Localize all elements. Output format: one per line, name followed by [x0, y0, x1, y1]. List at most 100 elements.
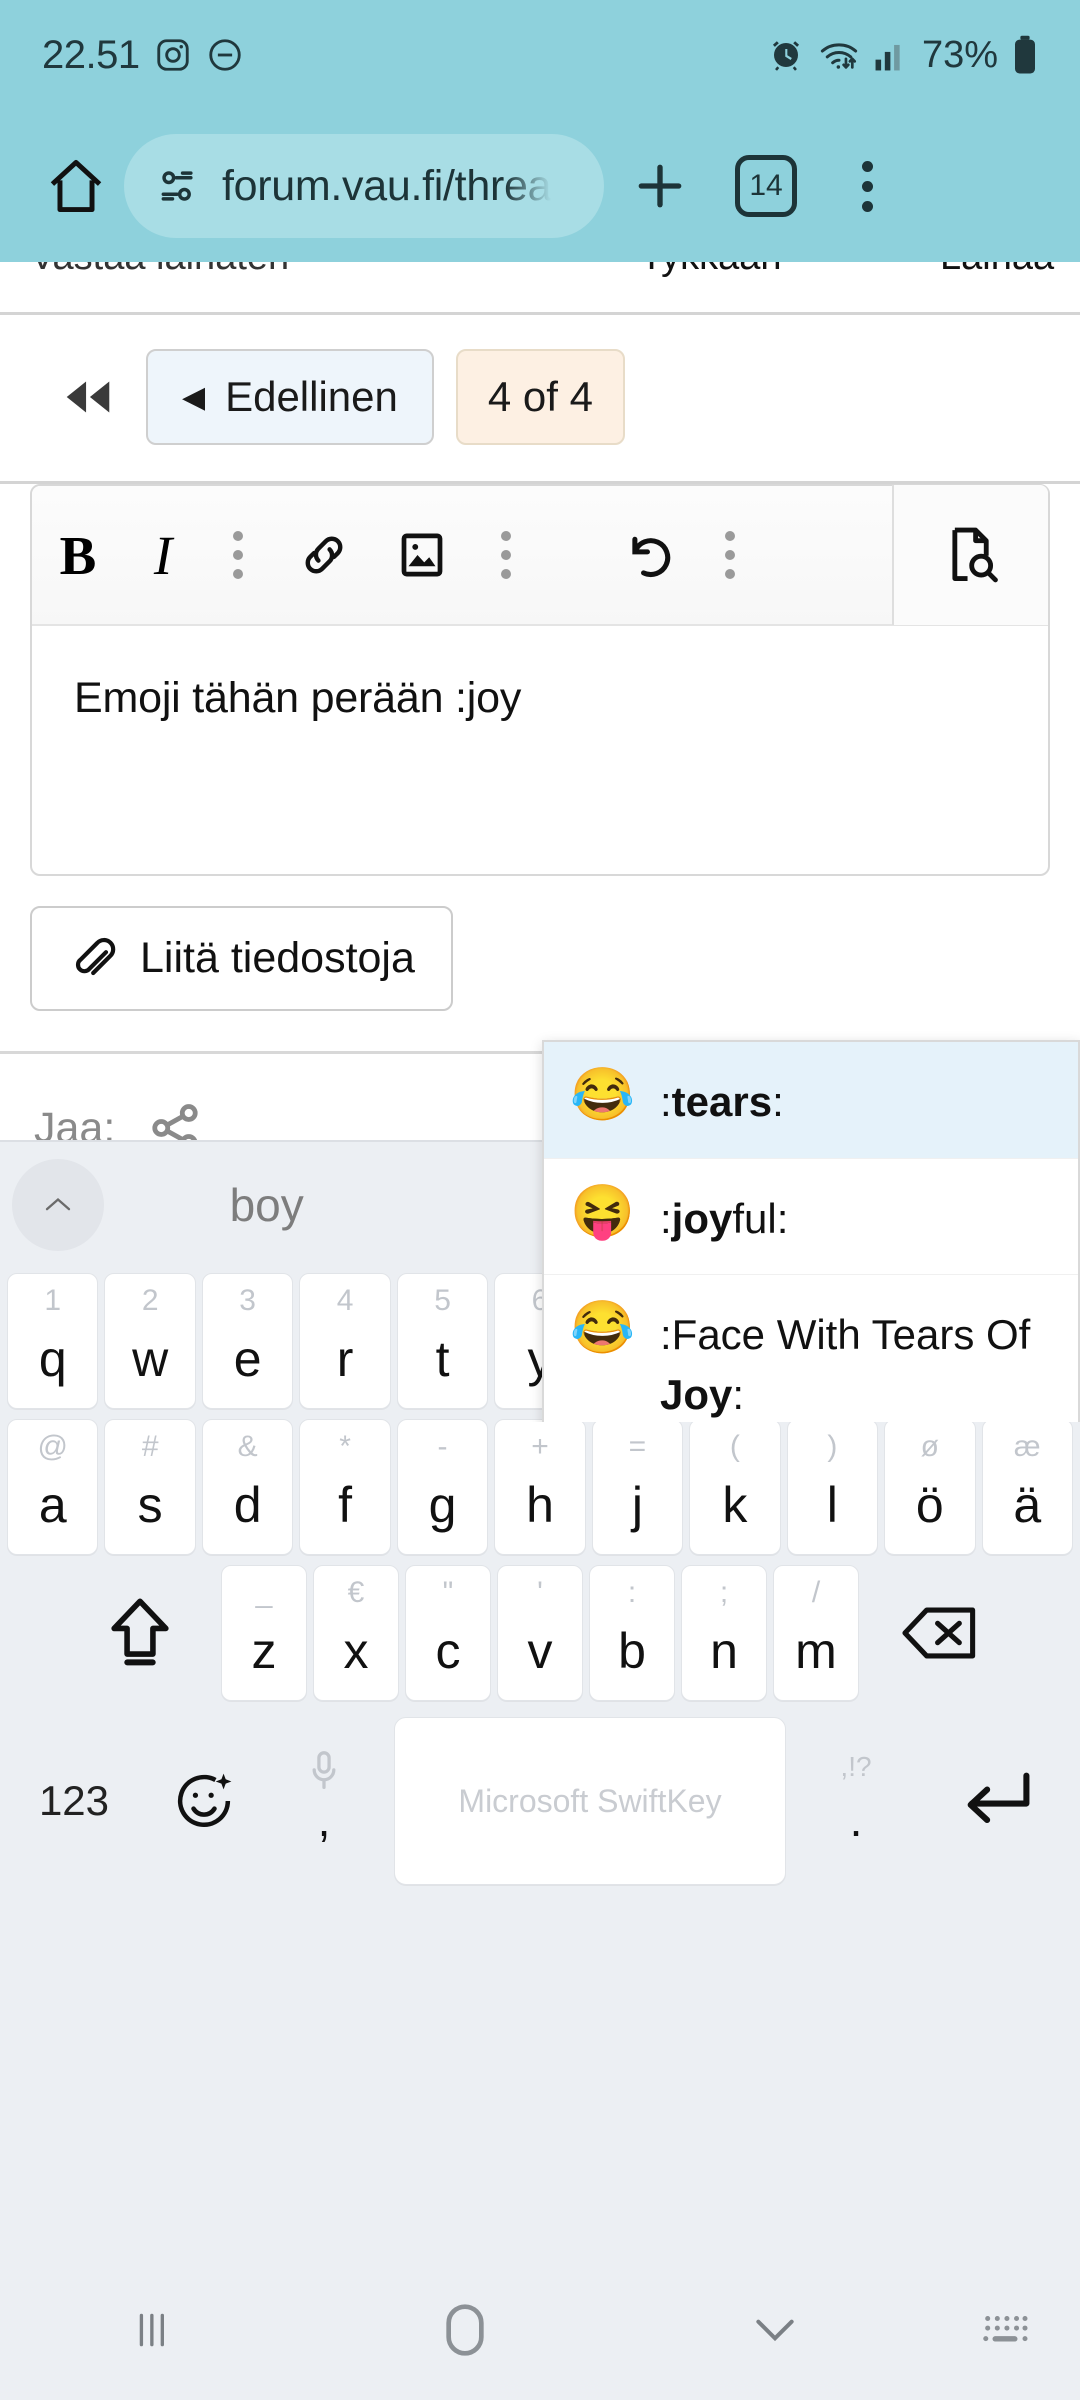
dot: [501, 531, 511, 541]
bold-button[interactable]: B: [32, 485, 124, 625]
collapse-keyboard-icon[interactable]: [620, 2312, 930, 2348]
key-alt-label: 3: [203, 1286, 292, 1316]
browser-toolbar: forum.vau.fi/threa 14: [0, 110, 1080, 262]
first-page-icon[interactable]: [52, 377, 124, 417]
do-not-disturb-icon: [206, 36, 244, 74]
key-label: v: [528, 1626, 553, 1700]
key-n[interactable]: ;n: [681, 1565, 767, 1701]
key-l[interactable]: )l: [787, 1419, 878, 1555]
suggestion-item[interactable]: boy: [104, 1178, 429, 1232]
key-label: b: [618, 1626, 646, 1700]
key-alt-label: ': [498, 1578, 582, 1608]
italic-button[interactable]: I: [124, 485, 202, 625]
pagination: ◀ Edellinen 4 of 4: [0, 315, 1080, 481]
key-label: ö: [916, 1480, 944, 1554]
key-j[interactable]: =j: [592, 1419, 683, 1555]
insert-link-button[interactable]: [274, 485, 374, 625]
key-w[interactable]: 2w: [104, 1273, 195, 1409]
emoji-sticker-icon[interactable]: [144, 1770, 264, 1832]
menu-dot: [862, 201, 873, 212]
home-pill-icon[interactable]: [310, 2302, 620, 2358]
status-bar-left: 22.51: [42, 33, 244, 78]
key-d[interactable]: &d: [202, 1419, 293, 1555]
key-label: c: [436, 1626, 461, 1700]
key-k[interactable]: (k: [689, 1419, 780, 1555]
keyboard-switch-icon[interactable]: [930, 2310, 1080, 2350]
key-r[interactable]: 4r: [299, 1273, 390, 1409]
tab-count: 14: [735, 155, 797, 217]
dot: [233, 531, 243, 541]
space-key[interactable]: Microsoft SwiftKey: [394, 1717, 786, 1885]
key-g[interactable]: -g: [397, 1419, 488, 1555]
key-t[interactable]: 5t: [397, 1273, 488, 1409]
more-format-options-button[interactable]: [202, 485, 274, 625]
dot: [233, 550, 243, 560]
key-v[interactable]: 'v: [497, 1565, 583, 1701]
key-ö[interactable]: øö: [884, 1419, 975, 1555]
emoji-option-label: :joyful:: [660, 1185, 788, 1249]
dot: [725, 550, 735, 560]
chevron-up-icon[interactable]: [12, 1159, 104, 1251]
more-history-options-button[interactable]: [694, 485, 766, 625]
key-z[interactable]: _z: [221, 1565, 307, 1701]
menu-dot: [862, 181, 873, 192]
period-key[interactable]: ,!? .: [796, 1733, 916, 1869]
key-label: l: [827, 1480, 838, 1554]
emoji-option-label: :tears:: [660, 1068, 784, 1132]
key-e[interactable]: 3e: [202, 1273, 293, 1409]
url-text: forum.vau.fi/threa: [222, 162, 551, 211]
current-page-indicator[interactable]: 4 of 4: [456, 349, 625, 445]
preview-button[interactable]: [892, 485, 1048, 625]
numeric-mode-button[interactable]: 123: [4, 1777, 144, 1825]
emoji-autocomplete-dropdown[interactable]: 😂:tears:😝:joyful:😂:Face With Tears Of Jo…: [542, 1040, 1080, 1422]
dot: [233, 569, 243, 579]
attach-files-label: Liitä tiedostoja: [140, 934, 415, 983]
key-x[interactable]: €x: [313, 1565, 399, 1701]
emoji-option-tears[interactable]: 😂:tears:: [544, 1042, 1078, 1159]
insert-image-button[interactable]: [374, 485, 470, 625]
key-q[interactable]: 1q: [7, 1273, 98, 1409]
emoji-glyph: 😂: [570, 1301, 634, 1356]
previous-page-button[interactable]: ◀ Edellinen: [146, 349, 434, 445]
key-alt-label: +: [495, 1432, 584, 1462]
key-ä[interactable]: æä: [982, 1419, 1073, 1555]
key-alt-label: ): [788, 1432, 877, 1462]
tab-switcher-button[interactable]: 14: [716, 155, 816, 217]
undo-button[interactable]: [598, 485, 694, 625]
emoji-option-joyful[interactable]: 😝:joyful:: [544, 1159, 1078, 1276]
key-c[interactable]: "c: [405, 1565, 491, 1701]
new-tab-button[interactable]: [610, 158, 710, 214]
more-insert-options-button[interactable]: [470, 485, 542, 625]
recents-icon[interactable]: [0, 2307, 310, 2353]
key-f[interactable]: *f: [299, 1419, 390, 1555]
key-b[interactable]: :b: [589, 1565, 675, 1701]
key-m[interactable]: /m: [773, 1565, 859, 1701]
url-bar[interactable]: forum.vau.fi/threa: [124, 134, 604, 238]
clipped-post-actions-row: Vastaa lainaten Tykkään Lainaa: [0, 262, 1080, 312]
status-clock: 22.51: [42, 33, 140, 78]
shift-icon[interactable]: [65, 1565, 215, 1701]
reply-text-content[interactable]: Emoji tähän perään :joy: [32, 626, 1048, 874]
backspace-icon[interactable]: [865, 1565, 1015, 1701]
wifi-icon: [818, 36, 860, 74]
key-alt-label: 1: [8, 1286, 97, 1316]
key-h[interactable]: +h: [494, 1419, 585, 1555]
home-icon[interactable]: [34, 144, 118, 228]
instagram-icon: [154, 36, 192, 74]
key-a[interactable]: @a: [7, 1419, 98, 1555]
enter-icon[interactable]: [916, 1768, 1076, 1834]
key-alt-label: /: [774, 1578, 858, 1608]
key-alt-label: _: [222, 1578, 306, 1608]
key-s[interactable]: #s: [104, 1419, 195, 1555]
key-alt-label: €: [314, 1578, 398, 1608]
site-settings-icon[interactable]: [156, 164, 200, 208]
dot: [501, 569, 511, 579]
attach-files-button[interactable]: Liitä tiedostoja: [30, 906, 453, 1011]
keyboard-row-4: 123 , Microsoft SwiftKey ,!? .: [0, 1706, 1080, 1896]
keyboard-letter-keys-row-3: _z€x"c'v:b;n/m: [218, 1560, 862, 1706]
android-navigation-bar: [0, 2260, 1080, 2400]
comma-key[interactable]: ,: [264, 1733, 384, 1869]
browser-menu-button[interactable]: [822, 161, 912, 212]
key-alt-label: -: [398, 1432, 487, 1462]
emoji-option-face-with-tears-of-joy[interactable]: 😂:Face With Tears Of Joy:: [544, 1275, 1078, 1422]
